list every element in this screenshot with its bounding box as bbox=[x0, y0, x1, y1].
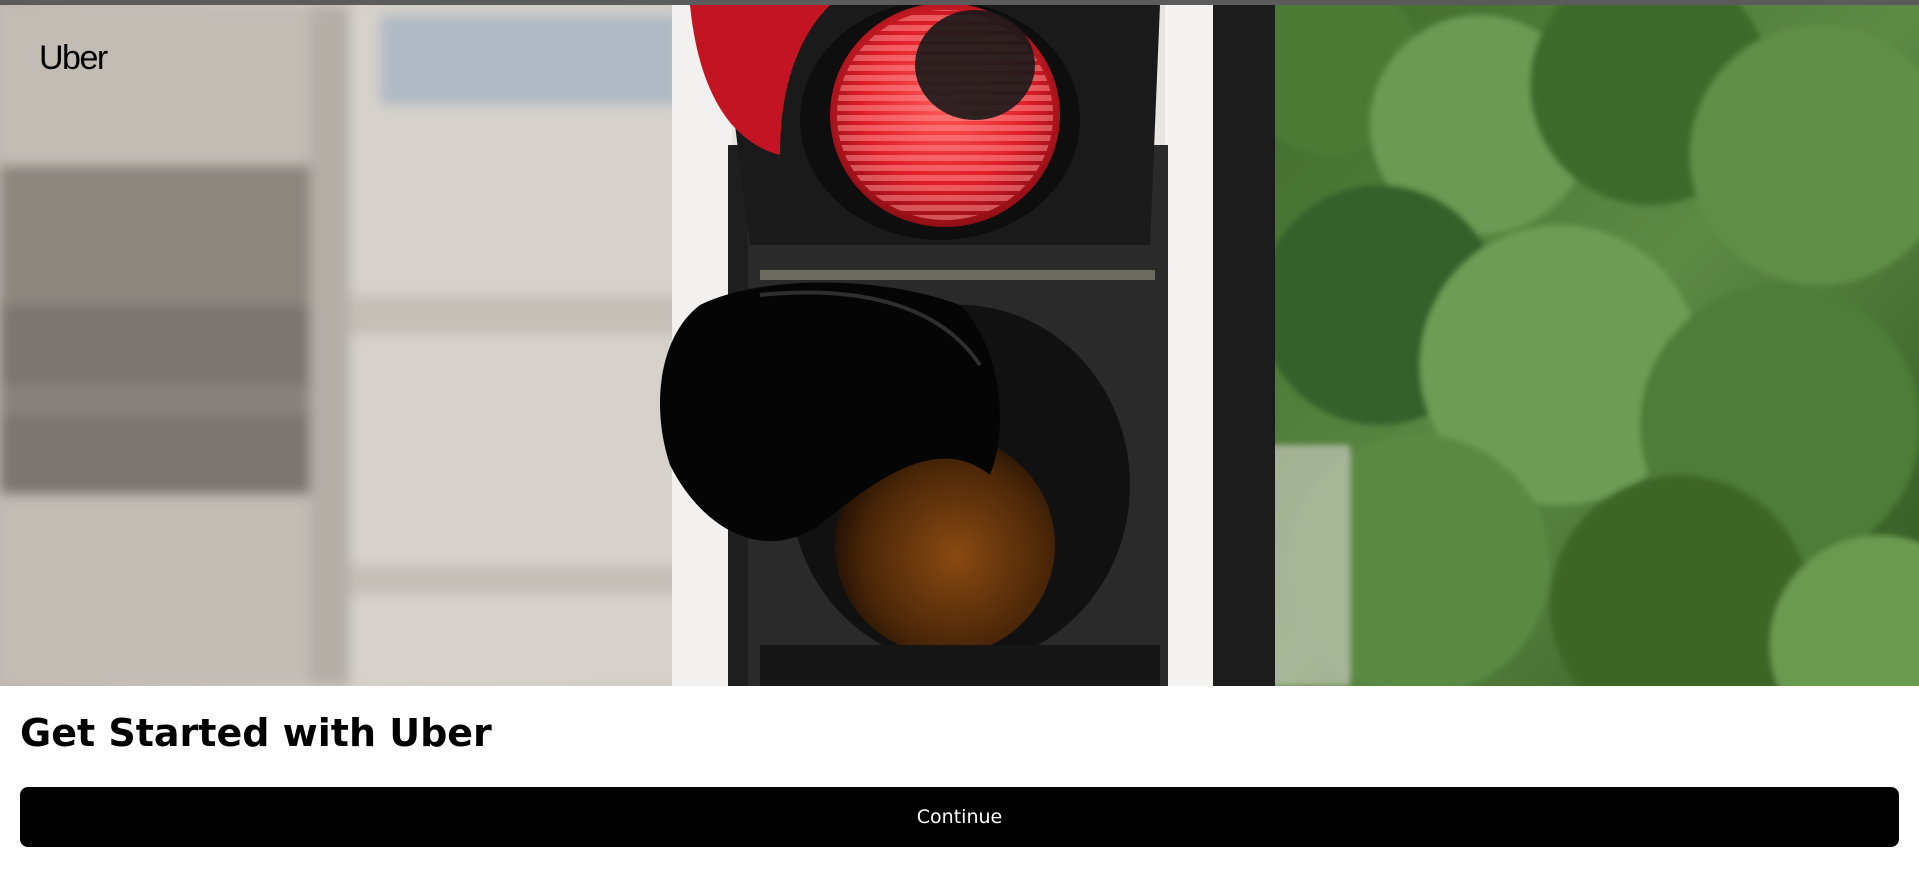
hero-image: Uber bbox=[0, 5, 1919, 686]
traffic-light-photo bbox=[0, 5, 1919, 686]
uber-logo: Uber bbox=[39, 39, 108, 77]
continue-button[interactable]: Continue bbox=[20, 787, 1899, 847]
page-title: Get Started with Uber bbox=[20, 711, 492, 755]
